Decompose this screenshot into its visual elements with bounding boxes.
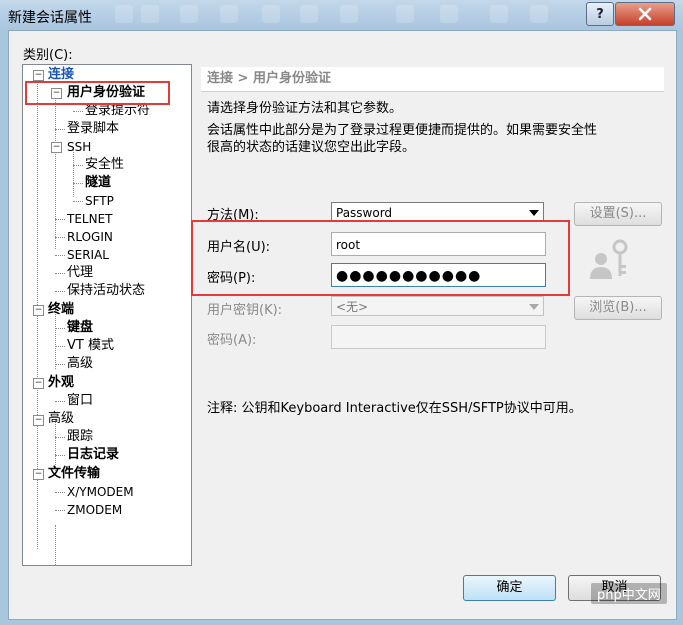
passphrase-input[interactable] — [331, 325, 546, 349]
tree-item-zmodem[interactable]: ZMODEM — [67, 501, 122, 519]
tree-line — [55, 492, 65, 493]
ok-button[interactable]: 确定 — [463, 575, 556, 601]
highlight-box — [25, 81, 170, 105]
category-tree[interactable]: − 连接 − 用户身份验证 登录提示符 登录脚本 − SSH 安全性 隧道 SF… — [22, 64, 192, 566]
close-button[interactable] — [615, 2, 675, 26]
method-select[interactable]: Password — [331, 202, 544, 222]
panel-breadcrumb: 连接 > 用户身份验证 — [201, 67, 664, 92]
highlight-box — [191, 220, 570, 296]
collapse-icon[interactable]: − — [33, 469, 44, 480]
tree-item-sftp[interactable]: SFTP — [85, 192, 114, 210]
tree-line — [73, 201, 83, 202]
tree-item-security[interactable]: 安全性 — [85, 156, 124, 174]
tree-line — [55, 255, 65, 256]
user-key-icon — [587, 239, 629, 287]
tree-line — [55, 328, 65, 329]
panel-description-line3: 很高的状态的话建议您空出此字段。 — [207, 140, 416, 155]
dropdown-arrow-icon — [529, 210, 539, 216]
protocol-note: 注释: 公钥和Keyboard Interactive仅在SSH/SFTP协议中… — [207, 401, 582, 416]
close-icon — [638, 7, 652, 21]
collapse-icon[interactable]: − — [33, 305, 44, 316]
passphrase-label: 密码(A): — [207, 333, 257, 348]
collapse-icon[interactable]: − — [33, 70, 44, 81]
tree-line — [55, 93, 56, 249]
tree-line — [55, 219, 65, 220]
collapse-icon[interactable]: − — [33, 415, 44, 426]
user-key-select[interactable]: <无> — [331, 296, 544, 316]
category-label: 类别(C): — [23, 48, 73, 63]
background-toolbar-icon — [340, 5, 358, 23]
background-toolbar-icon — [396, 5, 414, 23]
browse-button[interactable]: 浏览(B)... — [574, 296, 662, 320]
background-toolbar-icon — [530, 5, 548, 23]
tree-line — [55, 401, 65, 402]
background-toolbar-icon — [141, 5, 159, 23]
collapse-icon[interactable]: − — [33, 378, 44, 389]
tree-item-log[interactable]: 日志记录 — [67, 446, 119, 464]
tree-line — [73, 111, 83, 112]
tree-item-xymodem[interactable]: X/YMODEM — [67, 483, 134, 501]
user-key-label: 用户密钥(K): — [207, 303, 283, 318]
tree-item-login-script[interactable]: 登录脚本 — [67, 120, 119, 138]
panel-description: 请选择身份验证方法和其它参数。 — [207, 101, 403, 116]
tree-line — [55, 455, 65, 456]
tree-line — [55, 510, 65, 511]
background-toolbar-icon — [180, 5, 198, 23]
dropdown-arrow-icon — [529, 304, 539, 310]
user-key-value: <无> — [336, 300, 369, 314]
settings-button[interactable]: 设置(S)... — [574, 202, 662, 226]
tree-line — [55, 129, 65, 130]
tree-item-window[interactable]: 窗口 — [67, 392, 93, 410]
tree-line — [55, 437, 65, 438]
background-toolbar-icon — [440, 5, 458, 23]
dialog-window: 新建会话属性 ? 类别(C): − 连接 − 用户身份验证 登录提示符 登录脚本… — [0, 0, 683, 625]
tree-item-terminal-advanced[interactable]: 高级 — [67, 355, 93, 373]
tree-line — [55, 364, 65, 365]
tree-line — [73, 183, 83, 184]
tree-line — [55, 346, 65, 347]
title-bar[interactable]: 新建会话属性 ? — [0, 0, 683, 30]
tree-item-terminal[interactable]: 终端 — [48, 301, 74, 319]
tree-item-keepalive[interactable]: 保持活动状态 — [67, 282, 145, 300]
tree-item-advanced[interactable]: 高级 — [48, 410, 74, 428]
tree-line — [73, 165, 83, 166]
tree-line — [55, 291, 65, 292]
tree-item-trace[interactable]: 跟踪 — [67, 428, 93, 446]
tree-item-keyboard[interactable]: 键盘 — [67, 319, 93, 337]
collapse-icon[interactable]: − — [51, 142, 62, 153]
background-toolbar-icon — [300, 5, 318, 23]
tree-item-tunnel[interactable]: 隧道 — [85, 174, 111, 192]
background-toolbar-icon — [262, 5, 280, 23]
tree-item-appearance[interactable]: 外观 — [48, 374, 74, 392]
background-toolbar-icon — [115, 5, 133, 23]
tree-item-serial[interactable]: SERIAL — [67, 246, 109, 264]
background-toolbar-icon — [220, 5, 238, 23]
tree-item-file-transfer[interactable]: 文件传输 — [48, 465, 100, 483]
tree-item-vt-mode[interactable]: VT 模式 — [67, 337, 114, 355]
tree-item-ssh[interactable]: SSH — [67, 138, 91, 156]
watermark: php中文网 — [591, 583, 667, 604]
background-toolbar-icon — [490, 5, 508, 23]
tree-item-proxy[interactable]: 代理 — [67, 264, 93, 282]
dialog-client: 类别(C): − 连接 − 用户身份验证 登录提示符 登录脚本 − SSH 安全… — [8, 30, 677, 620]
tree-item-telnet[interactable]: TELNET — [67, 210, 113, 228]
window-title: 新建会话属性 — [8, 10, 92, 26]
tree-item-rlogin[interactable]: RLOGIN — [67, 228, 113, 246]
tree-line — [55, 525, 56, 565]
method-value: Password — [336, 206, 393, 220]
help-button[interactable]: ? — [586, 2, 614, 26]
tree-line — [55, 237, 65, 238]
tree-line — [55, 273, 65, 274]
